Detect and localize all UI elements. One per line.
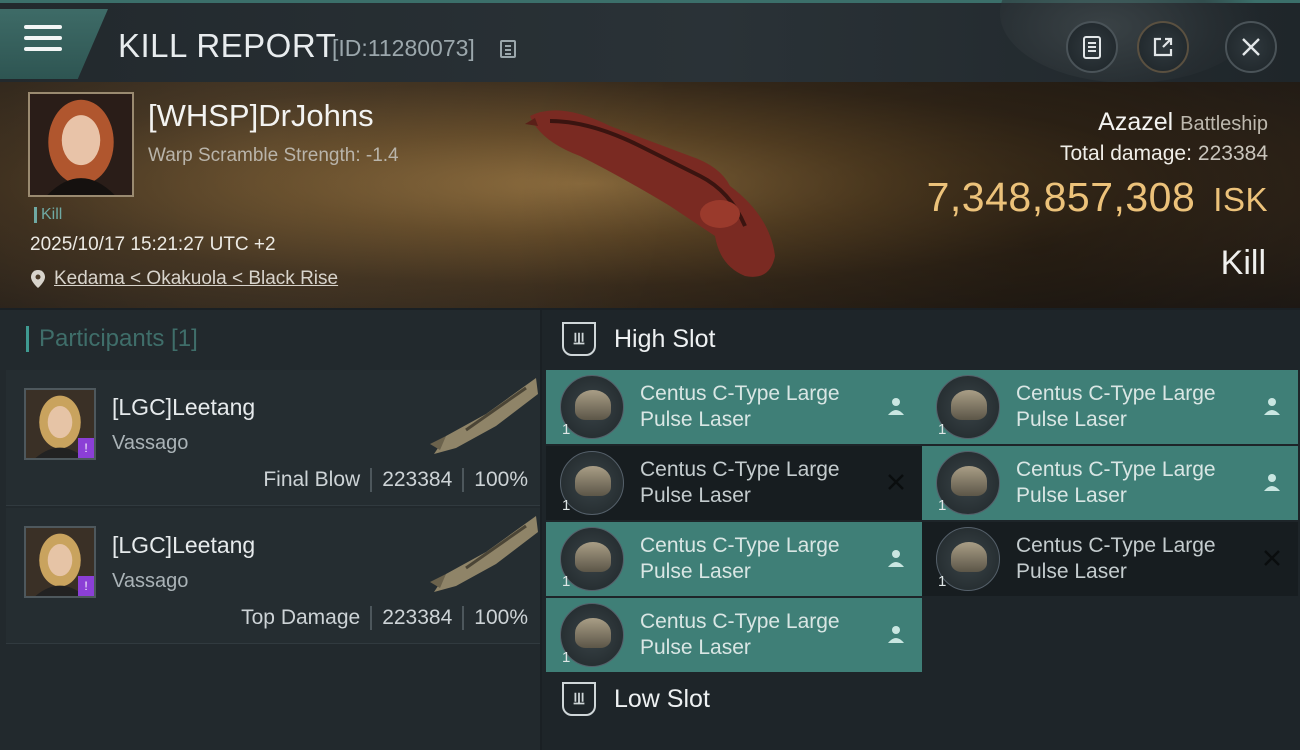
background-planet xyxy=(1000,0,1260,83)
corp-badge-icon: ! xyxy=(78,438,94,458)
divider xyxy=(462,606,465,630)
high-slot-header: High Slot xyxy=(562,322,715,356)
hamburger-menu-icon[interactable] xyxy=(24,25,62,55)
module-item[interactable]: 1 Centus C-Type Large Pulse Laser xyxy=(922,522,1298,596)
isk-value: 7,348,857,308 ISK xyxy=(927,174,1268,221)
module-item[interactable]: 1 Centus C-Type Large Pulse Laser xyxy=(922,446,1298,520)
participant-role: Final Blow xyxy=(263,468,361,491)
low-slot-title: Low Slot xyxy=(614,684,710,713)
low-slot-header: Low Slot xyxy=(562,682,710,716)
module-name: Centus C-Type Large Pulse Laser xyxy=(1016,458,1216,507)
kill-report-screen: KILL REPORT [ID:11280073] [WHSP]DrJohns … xyxy=(0,0,1300,750)
participant-name[interactable]: [LGC]Leetang xyxy=(112,532,255,559)
victim-warp-scramble: Warp Scramble Strength: -1.4 xyxy=(148,145,399,166)
participant-ship-image xyxy=(430,516,538,592)
participant-ship: Vassago xyxy=(112,570,189,592)
participant-ship: Vassago xyxy=(112,432,189,454)
module-name: Centus C-Type Large Pulse Laser xyxy=(640,534,840,583)
dropped-person-icon xyxy=(888,398,904,415)
participant-avatar[interactable]: ! xyxy=(24,388,96,460)
module-name: Centus C-Type Large Pulse Laser xyxy=(1016,534,1216,583)
module-item[interactable]: 1 Centus C-Type Large Pulse Laser xyxy=(546,446,922,520)
module-item[interactable]: 1 Centus C-Type Large Pulse Laser xyxy=(922,370,1298,444)
report-id: [ID:11280073] xyxy=(332,35,475,61)
participant-row[interactable]: ! [LGC]Leetang Vassago Final Blow 223384… xyxy=(6,370,540,506)
total-damage: Total damage: 223384 xyxy=(1060,142,1268,166)
corp-badge-icon: ! xyxy=(78,576,94,596)
module-item[interactable]: 1 Centus C-Type Large Pulse Laser xyxy=(546,370,922,444)
module-quantity: 1 xyxy=(938,573,947,590)
destroyed-x-icon xyxy=(1264,550,1280,566)
participant-stats: Final Blow 223384 100% xyxy=(263,468,528,492)
ship-name[interactable]: Azazel xyxy=(1098,108,1173,136)
isk-amount: 7,348,857,308 xyxy=(926,174,1196,220)
module-quantity: 1 xyxy=(562,649,571,666)
victim-portrait[interactable] xyxy=(28,92,134,197)
result-label: Kill xyxy=(1220,244,1266,282)
location-pin-icon xyxy=(31,270,45,288)
participant-ship-image xyxy=(430,378,538,454)
divider xyxy=(370,468,373,492)
participant-damage: 223384 xyxy=(382,468,453,491)
kill-tag: Kill xyxy=(34,207,62,223)
victim-ship-image[interactable] xyxy=(520,96,790,286)
participant-avatar[interactable]: ! xyxy=(24,526,96,598)
module-quantity: 1 xyxy=(562,573,571,590)
victim-name[interactable]: [WHSP]DrJohns xyxy=(148,98,374,134)
share-icon xyxy=(1153,37,1173,57)
participant-row[interactable]: ! [LGC]Leetang Vassago Top Damage 223384… xyxy=(6,508,540,644)
module-name: Centus C-Type Large Pulse Laser xyxy=(640,382,840,431)
divider xyxy=(370,606,373,630)
total-damage-label: Total damage: xyxy=(1060,142,1192,165)
victim-ship: Azazel Battleship xyxy=(1098,108,1268,137)
dropped-person-icon xyxy=(1264,474,1280,491)
ship-class: Battleship xyxy=(1180,113,1268,135)
participants-title: Participants [1] xyxy=(26,326,198,352)
module-item[interactable]: 1 Centus C-Type Large Pulse Laser xyxy=(546,598,922,672)
close-button[interactable] xyxy=(1225,21,1277,73)
location-link[interactable]: Kedama < Okakuola < Black Rise xyxy=(30,268,338,290)
module-quantity: 1 xyxy=(562,497,571,514)
high-slot-icon xyxy=(562,322,596,356)
participant-role: Top Damage xyxy=(241,606,361,629)
close-icon xyxy=(1242,38,1260,56)
clipboard-icon xyxy=(1083,36,1101,59)
participant-percent: 100% xyxy=(474,606,528,629)
module-quantity: 1 xyxy=(938,497,947,514)
module-quantity: 1 xyxy=(938,421,947,438)
isk-unit: ISK xyxy=(1213,181,1268,218)
share-button[interactable] xyxy=(1137,21,1189,73)
copy-id-icon[interactable] xyxy=(500,40,516,58)
divider xyxy=(462,468,465,492)
dropped-person-icon xyxy=(888,626,904,643)
dropped-person-icon xyxy=(1264,398,1280,415)
high-slot-title: High Slot xyxy=(614,324,716,353)
total-damage-value: 223384 xyxy=(1197,142,1268,165)
location-text[interactable]: Kedama < Okakuola < Black Rise xyxy=(54,268,338,290)
header-bar: KILL REPORT [ID:11280073] xyxy=(0,0,1300,83)
module-name: Centus C-Type Large Pulse Laser xyxy=(1016,382,1216,431)
participant-stats: Top Damage 223384 100% xyxy=(241,606,528,630)
module-quantity: 1 xyxy=(562,421,571,438)
destroyed-x-icon xyxy=(888,474,904,490)
kill-datetime: 2025/10/17 15:21:27 UTC +2 xyxy=(30,234,276,255)
victim-avatar-image xyxy=(30,94,132,195)
participant-damage: 223384 xyxy=(382,606,453,629)
participant-name[interactable]: [LGC]Leetang xyxy=(112,394,255,421)
page-title: KILL REPORT xyxy=(118,27,337,64)
module-name: Centus C-Type Large Pulse Laser xyxy=(640,610,840,659)
clipboard-button[interactable] xyxy=(1066,21,1118,73)
low-slot-icon xyxy=(562,682,596,716)
participant-percent: 100% xyxy=(474,468,528,491)
module-item[interactable]: 1 Centus C-Type Large Pulse Laser xyxy=(546,522,922,596)
module-name: Centus C-Type Large Pulse Laser xyxy=(640,458,840,507)
dropped-person-icon xyxy=(888,550,904,567)
